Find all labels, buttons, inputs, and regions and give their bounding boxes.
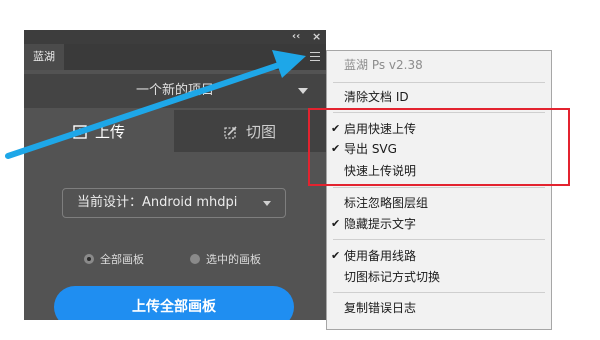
annotation-arrow-icon: [5, 50, 306, 159]
